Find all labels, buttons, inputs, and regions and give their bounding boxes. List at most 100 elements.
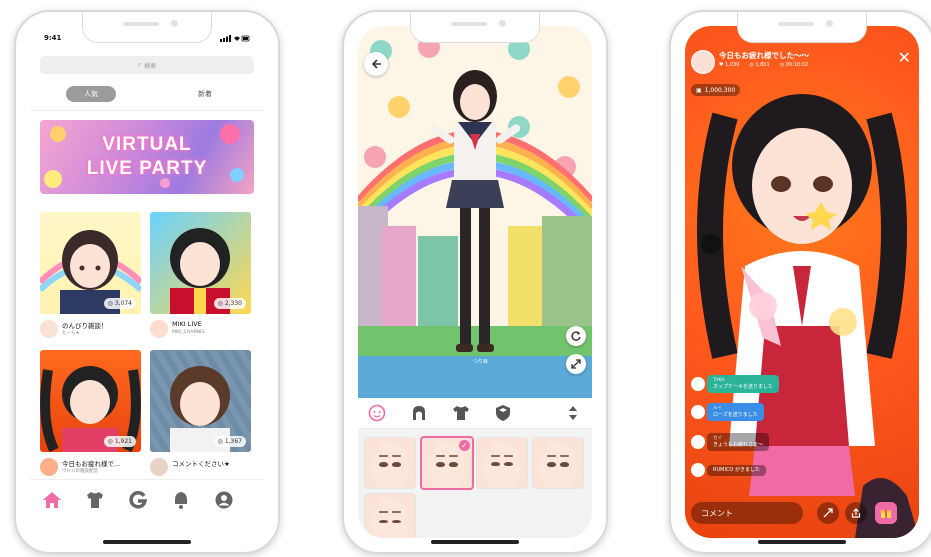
rotate-icon [571, 331, 581, 341]
phone-notch [737, 12, 867, 43]
face-option[interactable] [532, 437, 584, 489]
home-indicator [103, 540, 191, 544]
viewer-count-badge: ◎ 2,330 [213, 298, 246, 309]
avatar [40, 458, 58, 476]
viewer-icon: ◎ [107, 438, 113, 445]
category-tabs [358, 398, 592, 429]
share-icon [851, 508, 861, 518]
home-screen: 9:41 ⌕ 検索 人気 新着 VIRTUAL LIVE PARTY ◎ 3,0… [30, 26, 264, 538]
avatar-stage: つり目 [358, 26, 592, 398]
tab-new[interactable]: 新着 [180, 86, 230, 102]
live-header: 今日もお疲れ様でした〜〜 ♥ 1,030 ◎ 1,801 ◷ 00:10:02 … [689, 48, 915, 82]
search-icon: ⌕ [137, 61, 142, 68]
chat-bubble: TAKA カップケーキを送りました [707, 375, 780, 393]
face-icon[interactable] [368, 404, 386, 422]
gift-icon [880, 510, 892, 518]
chat-bubble: カイ きょうもお疲れさま〜 [707, 433, 770, 451]
search-placeholder: 検索 [144, 62, 157, 70]
accessory-icon[interactable] [494, 404, 512, 422]
collapse-button[interactable] [817, 502, 839, 524]
avatar-label: つり目 [473, 359, 489, 365]
back-button[interactable] [364, 52, 388, 76]
viewer-icon: ◎ [217, 300, 223, 307]
viewer-icon: ◎ [107, 300, 113, 307]
phone-notch [82, 12, 212, 43]
close-icon: ✕ [897, 48, 911, 67]
streamer-avatar-thumb[interactable] [691, 50, 715, 74]
avatar [691, 435, 705, 449]
close-button[interactable]: ✕ [898, 48, 911, 67]
check-icon: ✓ [459, 440, 470, 451]
phone-notch [410, 12, 540, 43]
tabs-divider [30, 110, 264, 111]
viewer-count-badge: ◎ 1,367 [213, 436, 246, 447]
stream-card[interactable]: ◎ 3,074 [40, 212, 141, 314]
avatar [40, 320, 58, 338]
stream-title: MIKI LIVE [172, 320, 202, 328]
comment-input[interactable]: コメント [691, 502, 803, 524]
streamer-name: たーら★ [62, 331, 80, 336]
face-option[interactable] [364, 493, 416, 538]
phone-home-feed: 9:41 ⌕ 検索 人気 新着 VIRTUAL LIVE PARTY ◎ 3,0… [14, 10, 280, 554]
bell-icon[interactable] [171, 490, 191, 510]
collapse-icon [823, 508, 833, 518]
hair-icon[interactable] [410, 404, 428, 422]
chat-bubble: ルイ ローズを送りました [707, 403, 764, 421]
stream-stats: ♥ 1,030 ◎ 1,801 ◷ 00:10:02 [719, 62, 808, 68]
stream-title: 今日もお疲れ様でした〜〜 [719, 51, 809, 60]
chat-message: ルイ ローズを送りました [691, 402, 764, 422]
editor-screen: つり目 ✓ [358, 26, 592, 538]
profile-icon[interactable] [214, 490, 234, 510]
stream-meta: MIKI LIVE MIKI_CHANNEL [150, 318, 254, 342]
chat-bubble: RUMICO がきました [707, 464, 766, 476]
signal-battery-icon [220, 35, 250, 42]
phone-avatar-editor: つり目 ✓ [342, 10, 608, 554]
rotate-button[interactable] [566, 326, 586, 346]
tab-popular[interactable]: 人気 [66, 86, 116, 102]
stream-card[interactable]: ◎ 2,330 [150, 212, 251, 314]
arrow-left-icon [371, 59, 381, 69]
phone-live-stream: 今日もお疲れ様でした〜〜 ♥ 1,030 ◎ 1,801 ◷ 00:10:02 … [669, 10, 931, 554]
stream-meta: コメントください★ [150, 456, 254, 480]
face-option-selected[interactable]: ✓ [420, 436, 474, 490]
stream-card[interactable]: ◎ 1,921 [40, 350, 141, 452]
live-party-banner[interactable]: VIRTUAL LIVE PARTY [40, 120, 254, 194]
live-screen: 今日もお疲れ様でした〜〜 ♥ 1,030 ◎ 1,801 ◷ 00:10:02 … [685, 26, 919, 538]
home-indicator [431, 540, 519, 544]
status-time: 9:41 [44, 34, 62, 42]
stream-meta: のんびり雑談！ たーら★ [40, 318, 144, 342]
stream-title: のんびり雑談！ [62, 322, 108, 330]
share-button[interactable] [845, 502, 867, 524]
avatar [691, 463, 705, 477]
banner-line-1: VIRTUAL [102, 134, 192, 155]
avatar [150, 458, 168, 476]
avatar [691, 405, 705, 419]
avatar [150, 320, 168, 338]
viewer-count-badge: ◎ 1,921 [103, 436, 136, 447]
expand-button[interactable] [566, 354, 586, 374]
stream-meta: 今日もお疲れ様で... ウルジの雑談配信 [40, 456, 144, 480]
coin-counter: ▣ 1,000,300 [691, 84, 741, 96]
viewer-count: ◎ 1,801 [749, 62, 770, 68]
chat-message: RUMICO がきました [691, 460, 766, 480]
avatar [691, 377, 705, 391]
tshirt-icon[interactable] [85, 490, 105, 510]
stream-title: コメントください★ [172, 460, 230, 468]
face-option[interactable] [364, 437, 416, 489]
face-options-panel: ✓ [358, 429, 592, 538]
banner-line-2: LIVE PARTY [86, 158, 208, 179]
sort-icon[interactable] [564, 404, 582, 422]
gift-button[interactable] [875, 502, 897, 524]
search-input[interactable]: ⌕ 検索 [40, 56, 254, 74]
face-option[interactable] [476, 437, 528, 489]
g-icon[interactable] [128, 490, 148, 510]
clothes-icon[interactable] [452, 404, 470, 422]
stream-title: 今日もお疲れ様で... [62, 460, 121, 468]
home-icon[interactable] [42, 490, 62, 510]
elapsed-time: ◷ 00:10:02 [779, 62, 809, 68]
avatar-scene [358, 70, 592, 398]
expand-icon [571, 359, 581, 369]
streamer-name: MIKI_CHANNEL [172, 330, 206, 335]
coin-icon: ▣ [696, 86, 702, 94]
stream-card[interactable]: ◎ 1,367 [150, 350, 251, 452]
